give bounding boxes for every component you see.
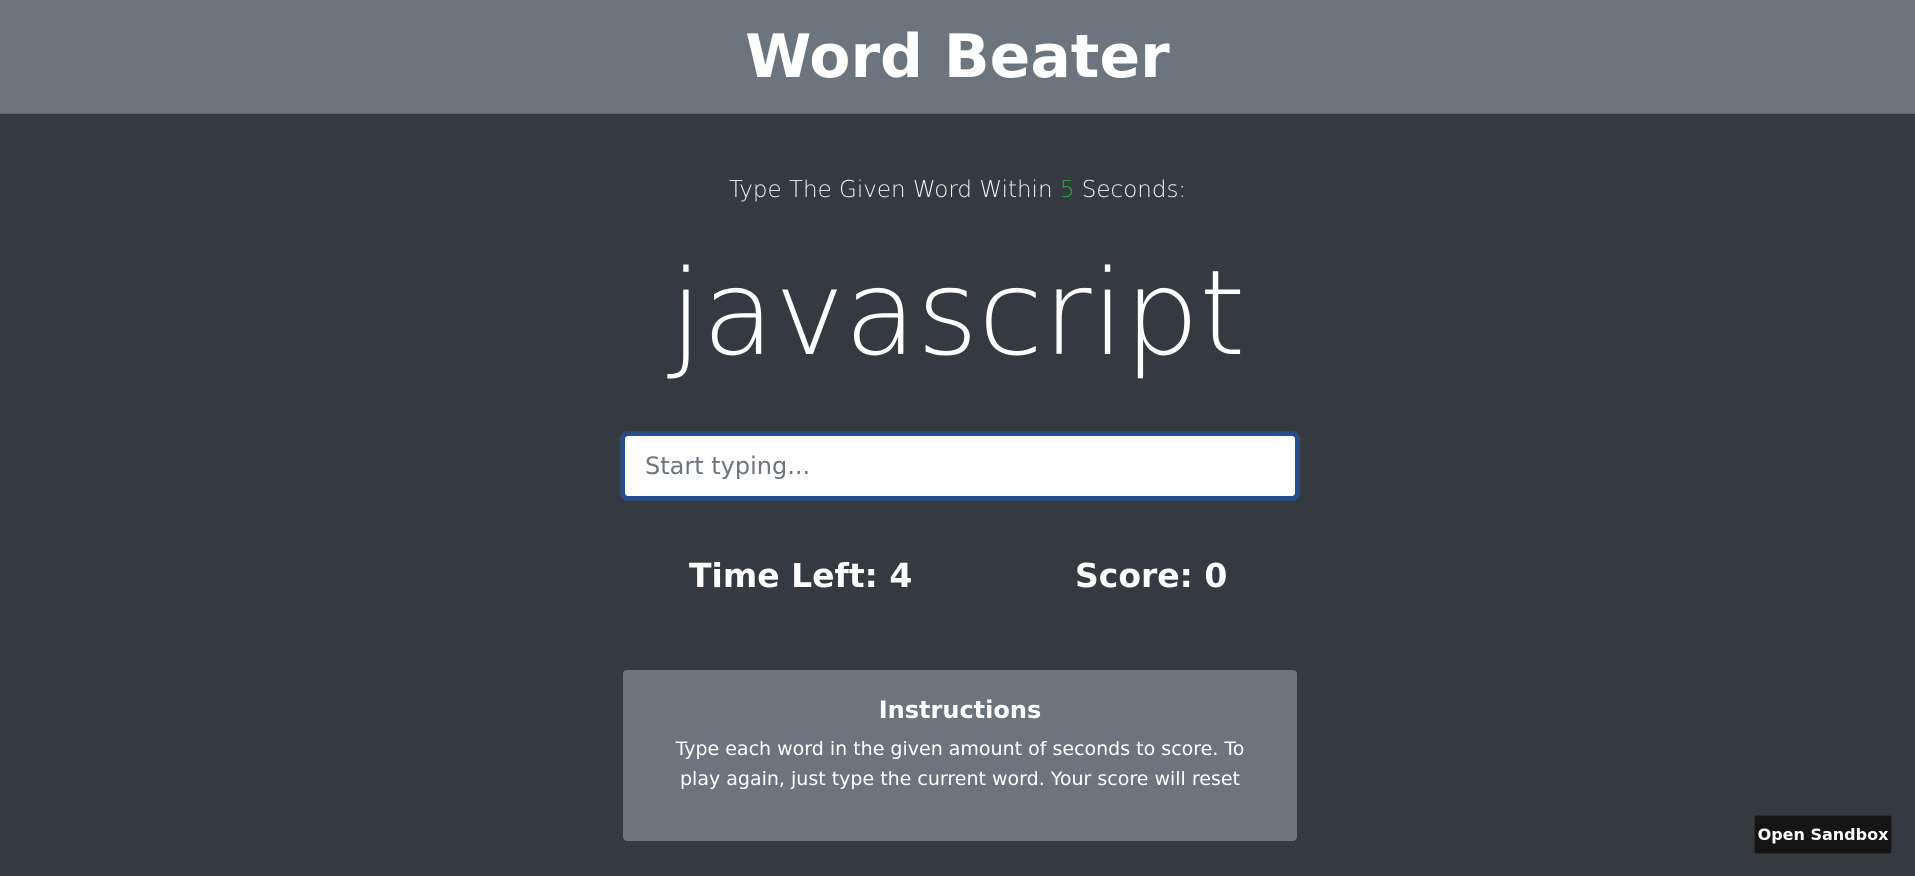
instructions-heading: Instructions [878,696,1042,724]
seconds-value: 5 [1059,177,1075,203]
instructions-body: Type each word in the given amount of se… [675,738,1245,790]
current-word: javascript [669,244,1246,382]
instruction-prompt: Type The Given Word Within 5 Seconds: [0,177,1915,203]
score: Score: 0 [1075,556,1227,595]
open-sandbox-button[interactable]: Open Sandbox [1754,815,1892,854]
score-label: Score: [1075,556,1205,595]
prompt-suffix: Seconds: [1074,177,1187,203]
time-left-value: 4 [889,556,913,595]
time-left-label: Time Left: [689,556,890,595]
instructions-card: Instructions Type each word in the given… [623,670,1297,841]
app-title: Word Beater [745,21,1170,92]
time-left: Time Left: 4 [689,556,912,595]
score-value: 0 [1204,556,1228,595]
word-input[interactable] [623,434,1297,498]
prompt-prefix: Type The Given Word Within [728,177,1060,203]
app-header: Word Beater [0,0,1915,114]
